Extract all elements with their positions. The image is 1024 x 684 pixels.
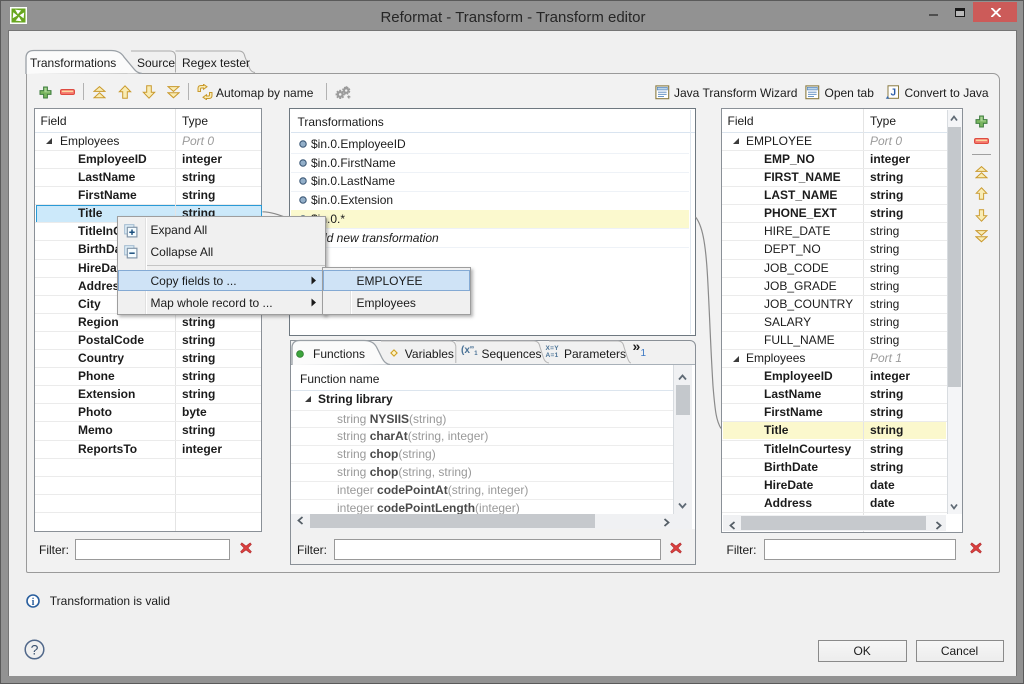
- svg-text:i: i: [32, 597, 35, 608]
- svg-text:?: ?: [31, 642, 39, 658]
- svg-text:J: J: [891, 87, 897, 98]
